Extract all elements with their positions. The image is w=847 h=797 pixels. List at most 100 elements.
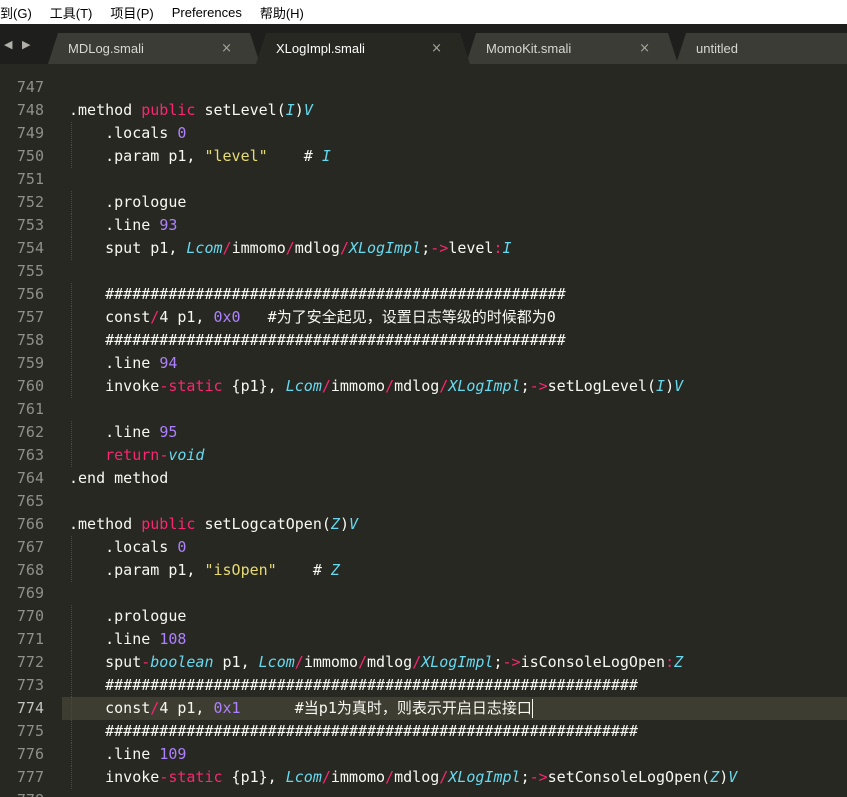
tab-bar: ◀ ▶ MDLog.smali × MomoKit.smali × untitl… (0, 24, 847, 64)
menu-preferences[interactable]: Preferences (172, 5, 250, 20)
code-token: # (267, 147, 322, 165)
code-line[interactable]: 771 .line 108 (0, 628, 847, 651)
code-line[interactable]: 774 const/4 p1, 0x1 #当p1为真时，则表示开启日志接口 (0, 697, 847, 720)
line-code: .line 94 (69, 352, 177, 375)
code-line[interactable]: 777 invoke-static {p1}, Lcom/immomo/mdlo… (0, 766, 847, 789)
line-code: .locals 0 (69, 122, 186, 145)
code-line[interactable]: 760 invoke-static {p1}, Lcom/immomo/mdlo… (0, 375, 847, 398)
code-line[interactable]: 773 ####################################… (0, 674, 847, 697)
code-line[interactable]: 750 .param p1, "level" # I (0, 145, 847, 168)
line-number: 778 (0, 789, 44, 797)
code-line[interactable]: 751 (0, 168, 847, 191)
code-line[interactable]: 759 .line 94 (0, 352, 847, 375)
code-token: XLogImpl (448, 377, 521, 395)
tab-xlogimpl[interactable]: XLogImpl.smali × (256, 33, 470, 64)
code-line[interactable]: 752 .prologue (0, 191, 847, 214)
code-token: immomo (303, 653, 358, 671)
code-token: {p1}, (222, 768, 286, 786)
code-line[interactable]: 770 .prologue (0, 605, 847, 628)
code-token: #为了安全起见，设置日志等级的时候都为0 (240, 308, 556, 326)
line-number: 752 (16, 193, 44, 211)
code-line[interactable]: 778 (0, 789, 847, 797)
line-code: .method public setLogcatOpen(Z)V (69, 513, 358, 536)
code-token: boolean (150, 653, 214, 671)
line-code: .param p1, "level" # I (69, 145, 331, 168)
code-token: / (412, 653, 422, 671)
line-code: ########################################… (69, 720, 638, 743)
code-token: invoke (69, 377, 160, 395)
code-token: const (69, 699, 151, 717)
code-token: / (294, 653, 304, 671)
line-code: .line 108 (69, 628, 186, 651)
code-token: -> (430, 239, 449, 257)
code-token: - (141, 653, 151, 671)
tab-momokit[interactable]: MomoKit.smali × (466, 33, 678, 64)
code-token: V (348, 515, 358, 533)
code-token: 0x0 (213, 308, 241, 326)
code-token: {p1}, (222, 377, 286, 395)
menu-goto[interactable]: 到(G) (0, 3, 40, 22)
code-line[interactable]: 753 .line 93 (0, 214, 847, 237)
code-line[interactable]: 765 (0, 490, 847, 513)
line-code: invoke-static {p1}, Lcom/immomo/mdlog/XL… (69, 375, 683, 398)
code-token: mdlog (394, 377, 440, 395)
code-token: .param p1, (69, 561, 205, 579)
line-number: 753 (16, 216, 44, 234)
code-line[interactable]: 767 .locals 0 (0, 536, 847, 559)
code-line[interactable]: 776 .line 109 (0, 743, 847, 766)
code-token: 108 (159, 630, 187, 648)
code-token: 4 p1, (159, 699, 214, 717)
line-number: 759 (16, 354, 44, 372)
code-line[interactable]: 757 const/4 p1, 0x0 #为了安全起见，设置日志等级的时候都为0 (0, 306, 847, 329)
code-line[interactable]: 748 .method public setLevel(I)V (0, 99, 847, 122)
code-line[interactable]: 747 (0, 76, 847, 99)
code-line[interactable]: 775 ####################################… (0, 720, 847, 743)
close-icon[interactable]: × (431, 41, 442, 56)
code-token: setConsoleLogOpen( (547, 768, 711, 786)
code-token: return (105, 446, 160, 464)
close-icon[interactable]: × (221, 41, 232, 56)
line-number: 763 (16, 446, 44, 464)
line-code: sput p1, Lcom/immomo/mdlog/XLogImpl;->le… (69, 237, 511, 260)
line-code: ########################################… (69, 283, 566, 306)
code-line[interactable]: 758 ####################################… (0, 329, 847, 352)
code-line[interactable]: 772 sput-boolean p1, Lcom/immomo/mdlog/X… (0, 651, 847, 674)
line-number: 755 (16, 262, 44, 280)
line-code: return-void (69, 444, 204, 467)
code-token: Lcom (285, 377, 322, 395)
tab-label: MDLog.smali (68, 41, 144, 56)
tab-untitled[interactable]: untitled (676, 33, 847, 64)
code-token: / (385, 768, 395, 786)
code-line[interactable]: 756 ####################################… (0, 283, 847, 306)
code-line[interactable]: 761 (0, 398, 847, 421)
code-token: #当p1为真时，则表示开启日志接口 (240, 699, 532, 717)
code-line[interactable]: 755 (0, 260, 847, 283)
code-token: immomo (330, 377, 386, 395)
code-token: Lcom (285, 768, 322, 786)
code-editor[interactable]: 747 748 .method public setLevel(I)V 749 .lo… (0, 64, 847, 797)
code-line[interactable]: 749 .locals 0 (0, 122, 847, 145)
code-line[interactable]: 769 (0, 582, 847, 605)
code-token: XLogImpl (348, 239, 422, 257)
line-number: 747 (16, 78, 44, 96)
tab-nav-arrows-icon[interactable]: ◀ ▶ (4, 38, 33, 51)
line-code: .line 95 (69, 421, 177, 444)
line-number: 775 (16, 722, 44, 740)
code-line[interactable]: 754 sput p1, Lcom/immomo/mdlog/XLogImpl;… (0, 237, 847, 260)
menu-tools[interactable]: 工具(T) (50, 3, 101, 22)
line-number: 756 (16, 285, 44, 303)
code-token: invoke (69, 768, 160, 786)
menu-help[interactable]: 帮助(H) (260, 3, 312, 22)
code-token: ########################################… (69, 676, 638, 694)
code-line[interactable]: 763 return-void (0, 444, 847, 467)
tab-label: XLogImpl.smali (276, 41, 365, 56)
code-token: .method (69, 101, 142, 119)
menu-project[interactable]: 项目(P) (110, 3, 161, 22)
code-line[interactable]: 764 .end method (0, 467, 847, 490)
line-code: invoke-static {p1}, Lcom/immomo/mdlog/XL… (69, 766, 737, 789)
tab-mdlog[interactable]: MDLog.smali × (48, 33, 260, 64)
code-line[interactable]: 762 .line 95 (0, 421, 847, 444)
close-icon[interactable]: × (639, 41, 650, 56)
code-line[interactable]: 768 .param p1, "isOpen" # Z (0, 559, 847, 582)
code-line[interactable]: 766 .method public setLogcatOpen(Z)V (0, 513, 847, 536)
